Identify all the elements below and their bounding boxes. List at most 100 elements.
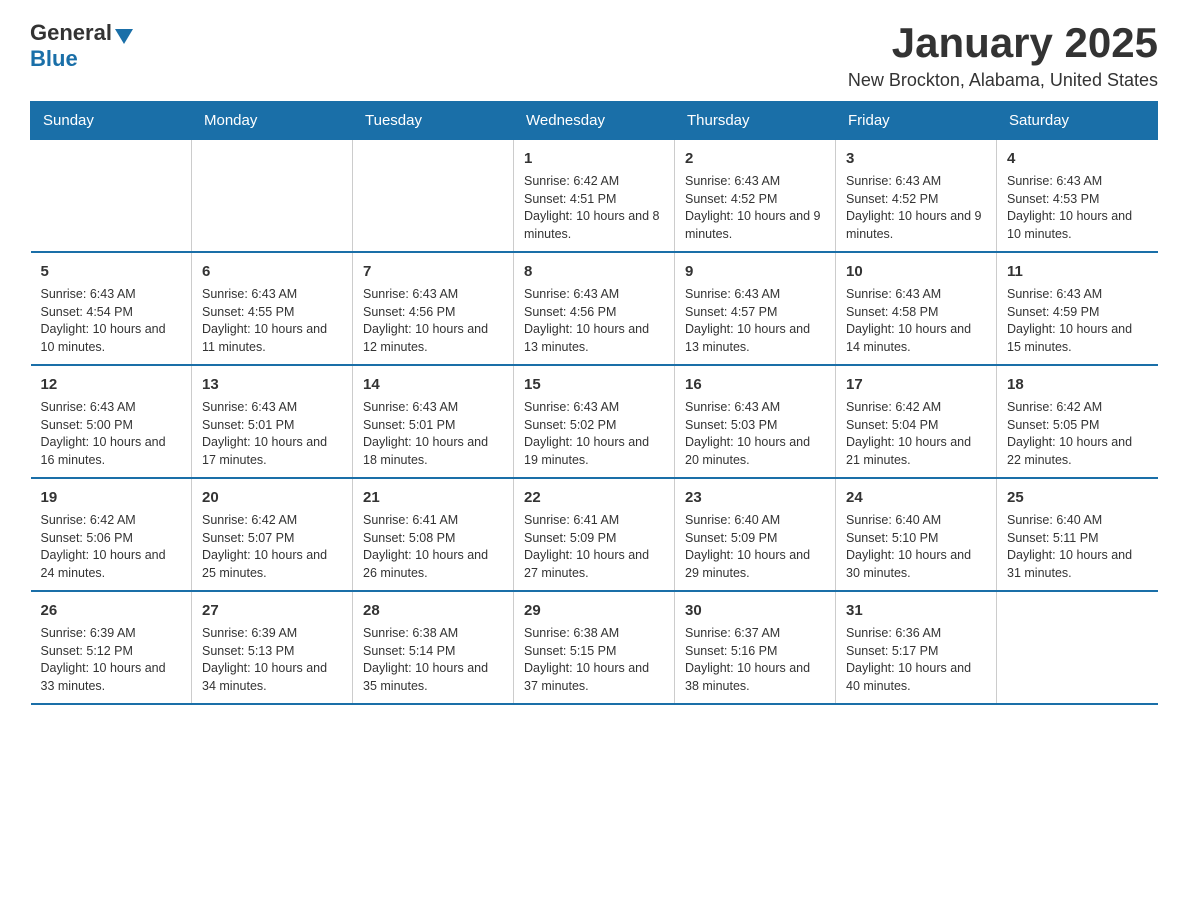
calendar-cell: 30 Sunrise: 6:37 AMSunset: 5:16 PMDayligh… bbox=[675, 591, 836, 704]
day-number: 9 bbox=[685, 261, 825, 282]
day-number: 11 bbox=[1007, 261, 1148, 282]
calendar-cell: 8 Sunrise: 6:43 AMSunset: 4:56 PMDaylight… bbox=[514, 252, 675, 365]
day-number: 6 bbox=[202, 261, 342, 282]
calendar-cell bbox=[31, 140, 192, 253]
calendar-cell: 21 Sunrise: 6:41 AMSunset: 5:08 PMDayligh… bbox=[353, 478, 514, 591]
calendar-header-row: SundayMondayTuesdayWednesdayThursdayFrid… bbox=[31, 102, 1158, 140]
day-info: Sunrise: 6:39 AMSunset: 5:13 PMDaylight:… bbox=[202, 625, 342, 695]
calendar-cell: 17 Sunrise: 6:42 AMSunset: 5:04 PMDayligh… bbox=[836, 365, 997, 478]
day-number: 14 bbox=[363, 374, 503, 395]
calendar-day-header: Tuesday bbox=[353, 102, 514, 140]
day-number: 20 bbox=[202, 487, 342, 508]
day-number: 29 bbox=[524, 600, 664, 621]
day-number: 28 bbox=[363, 600, 503, 621]
day-info: Sunrise: 6:42 AMSunset: 5:05 PMDaylight:… bbox=[1007, 399, 1148, 469]
day-info: Sunrise: 6:43 AMSunset: 5:01 PMDaylight:… bbox=[363, 399, 503, 469]
page-header: General Blue January 2025 New Brockton, … bbox=[30, 20, 1158, 91]
day-info: Sunrise: 6:38 AMSunset: 5:14 PMDaylight:… bbox=[363, 625, 503, 695]
day-info: Sunrise: 6:43 AMSunset: 5:01 PMDaylight:… bbox=[202, 399, 342, 469]
day-number: 30 bbox=[685, 600, 825, 621]
day-info: Sunrise: 6:39 AMSunset: 5:12 PMDaylight:… bbox=[41, 625, 182, 695]
calendar-week-row: 1 Sunrise: 6:42 AMSunset: 4:51 PMDaylight… bbox=[31, 140, 1158, 253]
calendar-cell: 19 Sunrise: 6:42 AMSunset: 5:06 PMDayligh… bbox=[31, 478, 192, 591]
calendar-week-row: 26 Sunrise: 6:39 AMSunset: 5:12 PMDayligh… bbox=[31, 591, 1158, 704]
day-number: 12 bbox=[41, 374, 182, 395]
calendar-cell: 2Sunrise: 6:43 AMSunset: 4:52 PMDaylight… bbox=[675, 140, 836, 253]
day-info: Sunrise: 6:37 AMSunset: 5:16 PMDaylight:… bbox=[685, 625, 825, 695]
day-info: Sunrise: 6:43 AMSunset: 4:54 PMDaylight:… bbox=[41, 286, 182, 356]
day-number: 18 bbox=[1007, 374, 1148, 395]
calendar-cell: 28 Sunrise: 6:38 AMSunset: 5:14 PMDayligh… bbox=[353, 591, 514, 704]
calendar-cell: 26 Sunrise: 6:39 AMSunset: 5:12 PMDayligh… bbox=[31, 591, 192, 704]
calendar-cell bbox=[192, 140, 353, 253]
calendar-cell: 23Sunrise: 6:40 AMSunset: 5:09 PMDayligh… bbox=[675, 478, 836, 591]
day-number: 5 bbox=[41, 261, 182, 282]
calendar-cell: 14 Sunrise: 6:43 AMSunset: 5:01 PMDayligh… bbox=[353, 365, 514, 478]
day-number: 19 bbox=[41, 487, 182, 508]
logo-blue-text: Blue bbox=[30, 46, 78, 72]
day-info: Sunrise: 6:43 AMSunset: 5:02 PMDaylight:… bbox=[524, 399, 664, 469]
calendar-cell: 1 Sunrise: 6:42 AMSunset: 4:51 PMDaylight… bbox=[514, 140, 675, 253]
calendar-cell: 11 Sunrise: 6:43 AMSunset: 4:59 PMDayligh… bbox=[997, 252, 1158, 365]
day-info: Sunrise: 6:40 AMSunset: 5:11 PMDaylight:… bbox=[1007, 512, 1148, 582]
day-number: 22 bbox=[524, 487, 664, 508]
day-number: 7 bbox=[363, 261, 503, 282]
day-number: 31 bbox=[846, 600, 986, 621]
day-info: Sunrise: 6:43 AMSunset: 5:03 PMDaylight:… bbox=[685, 399, 825, 469]
calendar-week-row: 12 Sunrise: 6:43 AMSunset: 5:00 PMDayligh… bbox=[31, 365, 1158, 478]
calendar-cell: 10Sunrise: 6:43 AMSunset: 4:58 PMDayligh… bbox=[836, 252, 997, 365]
calendar-header: SundayMondayTuesdayWednesdayThursdayFrid… bbox=[31, 102, 1158, 140]
calendar-cell: 18 Sunrise: 6:42 AMSunset: 5:05 PMDayligh… bbox=[997, 365, 1158, 478]
calendar-body: 1 Sunrise: 6:42 AMSunset: 4:51 PMDaylight… bbox=[31, 140, 1158, 705]
calendar-day-header: Saturday bbox=[997, 102, 1158, 140]
day-number: 25 bbox=[1007, 487, 1148, 508]
calendar-cell: 29 Sunrise: 6:38 AMSunset: 5:15 PMDayligh… bbox=[514, 591, 675, 704]
calendar-cell: 9 Sunrise: 6:43 AMSunset: 4:57 PMDaylight… bbox=[675, 252, 836, 365]
day-number: 24 bbox=[846, 487, 986, 508]
calendar-cell bbox=[997, 591, 1158, 704]
day-info: Sunrise: 6:43 AMSunset: 4:59 PMDaylight:… bbox=[1007, 286, 1148, 356]
logo-triangle-icon bbox=[115, 29, 133, 44]
day-info: Sunrise: 6:43 AMSunset: 4:56 PMDaylight:… bbox=[363, 286, 503, 356]
day-info: Sunrise: 6:43 AMSunset: 4:55 PMDaylight:… bbox=[202, 286, 342, 356]
logo: General Blue bbox=[30, 20, 133, 72]
day-number: 21 bbox=[363, 487, 503, 508]
day-info: Sunrise: 6:38 AMSunset: 5:15 PMDaylight:… bbox=[524, 625, 664, 695]
day-number: 26 bbox=[41, 600, 182, 621]
day-info: Sunrise: 6:43 AMSunset: 5:00 PMDaylight:… bbox=[41, 399, 182, 469]
calendar-day-header: Sunday bbox=[31, 102, 192, 140]
day-number: 16 bbox=[685, 374, 825, 395]
calendar-cell: 25 Sunrise: 6:40 AMSunset: 5:11 PMDayligh… bbox=[997, 478, 1158, 591]
day-info: Sunrise: 6:41 AMSunset: 5:08 PMDaylight:… bbox=[363, 512, 503, 582]
calendar-table: SundayMondayTuesdayWednesdayThursdayFrid… bbox=[30, 101, 1158, 705]
day-number: 17 bbox=[846, 374, 986, 395]
page-subtitle: New Brockton, Alabama, United States bbox=[848, 70, 1158, 91]
calendar-cell: 4Sunrise: 6:43 AMSunset: 4:53 PMDaylight… bbox=[997, 140, 1158, 253]
day-info: Sunrise: 6:42 AMSunset: 5:04 PMDaylight:… bbox=[846, 399, 986, 469]
day-number: 27 bbox=[202, 600, 342, 621]
day-number: 10 bbox=[846, 261, 986, 282]
day-info: Sunrise: 6:40 AMSunset: 5:10 PMDaylight:… bbox=[846, 512, 986, 582]
calendar-cell: 7 Sunrise: 6:43 AMSunset: 4:56 PMDaylight… bbox=[353, 252, 514, 365]
day-number: 3 bbox=[846, 148, 986, 169]
calendar-cell bbox=[353, 140, 514, 253]
calendar-cell: 5 Sunrise: 6:43 AMSunset: 4:54 PMDaylight… bbox=[31, 252, 192, 365]
day-number: 1 bbox=[524, 148, 664, 169]
day-info: Sunrise: 6:43 AMSunset: 4:57 PMDaylight:… bbox=[685, 286, 825, 356]
day-info: Sunrise: 6:42 AMSunset: 5:07 PMDaylight:… bbox=[202, 512, 342, 582]
day-info: Sunrise: 6:42 AMSunset: 4:51 PMDaylight:… bbox=[524, 173, 664, 243]
day-number: 2 bbox=[685, 148, 825, 169]
calendar-cell: 22Sunrise: 6:41 AMSunset: 5:09 PMDayligh… bbox=[514, 478, 675, 591]
day-info: Sunrise: 6:43 AMSunset: 4:56 PMDaylight:… bbox=[524, 286, 664, 356]
day-info: Sunrise: 6:43 AMSunset: 4:52 PMDaylight:… bbox=[846, 173, 986, 243]
day-info: Sunrise: 6:42 AMSunset: 5:06 PMDaylight:… bbox=[41, 512, 182, 582]
calendar-day-header: Friday bbox=[836, 102, 997, 140]
calendar-cell: 15Sunrise: 6:43 AMSunset: 5:02 PMDayligh… bbox=[514, 365, 675, 478]
calendar-day-header: Wednesday bbox=[514, 102, 675, 140]
day-info: Sunrise: 6:40 AMSunset: 5:09 PMDaylight:… bbox=[685, 512, 825, 582]
day-number: 8 bbox=[524, 261, 664, 282]
calendar-cell: 3 Sunrise: 6:43 AMSunset: 4:52 PMDaylight… bbox=[836, 140, 997, 253]
page-title: January 2025 bbox=[848, 20, 1158, 66]
calendar-cell: 24 Sunrise: 6:40 AMSunset: 5:10 PMDayligh… bbox=[836, 478, 997, 591]
calendar-cell: 27 Sunrise: 6:39 AMSunset: 5:13 PMDayligh… bbox=[192, 591, 353, 704]
